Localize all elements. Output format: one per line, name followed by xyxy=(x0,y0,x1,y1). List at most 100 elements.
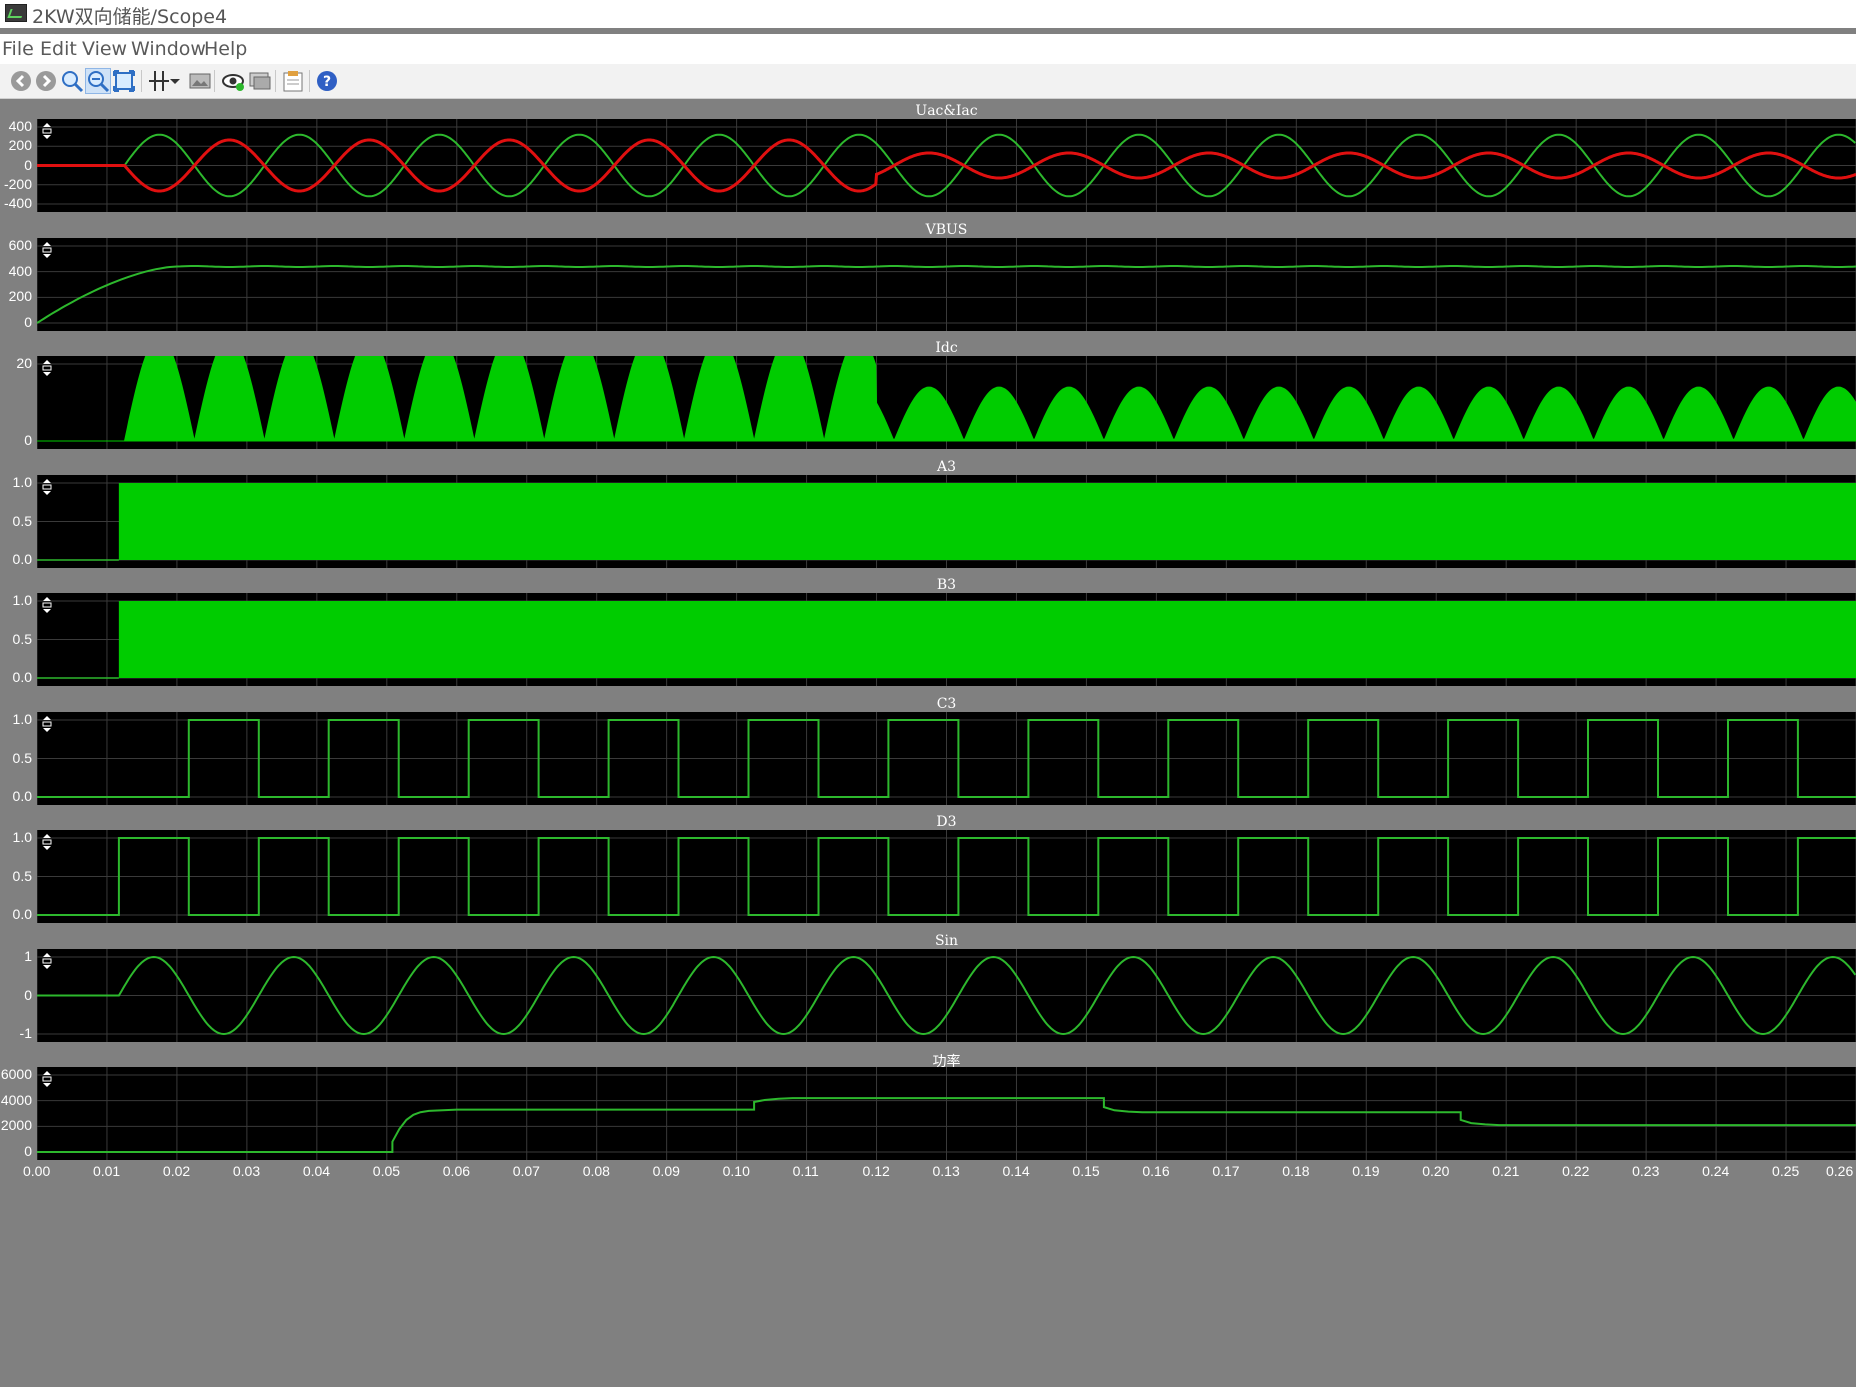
window-title: 2KW双向储能/Scope4 xyxy=(32,6,228,28)
plot-svg xyxy=(37,593,1856,686)
y-axis-control-icon[interactable] xyxy=(40,833,54,851)
y-tick-label: 0 xyxy=(24,314,32,330)
plot-area[interactable] xyxy=(37,356,1856,449)
y-tick-label: 6000 xyxy=(0,1066,32,1082)
panel-title: Sin xyxy=(934,933,959,949)
series-area xyxy=(118,483,1856,560)
y-tick-label: 0 xyxy=(24,432,32,448)
toolbar-separator xyxy=(275,70,276,92)
y-tick-label: 2000 xyxy=(0,1117,32,1134)
y-tick-label: 4000 xyxy=(0,1091,32,1108)
y-tick-label: 0 xyxy=(24,1143,32,1159)
plot-svg xyxy=(37,949,1856,1042)
plot-svg xyxy=(37,119,1856,212)
plot-area[interactable] xyxy=(37,119,1856,212)
scope-panels: Uac&Iac 400 200 0 -200 -400 VBUS 600 400 200 0 Idc 2… xyxy=(0,99,1856,1387)
plot-area[interactable] xyxy=(37,949,1856,1042)
y-tick-label: 0.0 xyxy=(12,788,32,804)
y-tick-label: 1.0 xyxy=(12,829,32,845)
y-tick-label: -200 xyxy=(3,175,32,192)
y-tick-label: 0.5 xyxy=(12,512,32,529)
y-tick-label: -400 xyxy=(3,195,32,211)
fit-view-icon[interactable] xyxy=(111,68,137,94)
y-tick-label: 0.5 xyxy=(12,749,32,766)
y-axis-control-icon[interactable] xyxy=(40,952,54,970)
plot-area[interactable] xyxy=(37,238,1856,331)
x-tick-label: 0.07 xyxy=(512,1163,540,1179)
display-icon[interactable] xyxy=(247,68,273,94)
plot-area[interactable] xyxy=(37,712,1856,805)
forward-icon[interactable] xyxy=(33,68,59,94)
x-tick-label: 0.25 xyxy=(1772,1163,1800,1179)
y-tick-label: 200 xyxy=(8,137,32,154)
y-tick-label: 0.0 xyxy=(12,906,32,922)
dropdown-icon[interactable] xyxy=(168,68,182,94)
plot-area[interactable] xyxy=(37,1067,1856,1160)
x-tick-label: 0.10 xyxy=(722,1163,750,1179)
plot-svg xyxy=(37,238,1856,331)
y-axis-control-icon[interactable] xyxy=(40,596,54,614)
y-axis-control-icon[interactable] xyxy=(40,241,54,259)
x-tick-label: 0.26 xyxy=(1826,1163,1854,1179)
x-tick-label: 0.23 xyxy=(1632,1163,1660,1179)
zoom-icon[interactable] xyxy=(59,68,85,94)
y-axis-control-icon[interactable] xyxy=(40,478,54,496)
menu-bar: File Edit View Window Help xyxy=(0,34,1856,64)
y-tick-label: 1.0 xyxy=(12,474,32,490)
y-tick-label: 20 xyxy=(16,355,32,371)
y-axis-control-icon[interactable] xyxy=(40,359,54,377)
view-signals-icon[interactable] xyxy=(220,68,246,94)
properties-icon[interactable] xyxy=(280,68,306,94)
back-icon[interactable] xyxy=(8,68,34,94)
x-tick-label: 0.05 xyxy=(372,1163,401,1179)
x-tick-label: 0.15 xyxy=(1072,1163,1100,1179)
y-axis-control-icon[interactable] xyxy=(40,122,54,140)
x-tick-label: 0.14 xyxy=(1002,1163,1030,1179)
toolbar: ? xyxy=(0,64,1856,99)
x-tick-label: 0.12 xyxy=(862,1163,890,1179)
menu-edit[interactable]: Edit xyxy=(40,38,77,60)
y-tick-label: 1.0 xyxy=(12,711,32,727)
x-tick-label: 0.13 xyxy=(932,1163,960,1179)
x-tick-label: 0.17 xyxy=(1212,1163,1240,1179)
x-tick-label: 0.01 xyxy=(92,1163,121,1179)
y-tick-label: 0.5 xyxy=(12,630,32,647)
plot-area[interactable] xyxy=(37,475,1856,568)
svg-text:?: ? xyxy=(323,74,331,90)
panel-title: VBUS xyxy=(925,222,968,238)
y-tick-label: 400 xyxy=(8,262,32,279)
x-tick-label: 0.20 xyxy=(1422,1163,1450,1179)
plot-svg xyxy=(37,475,1856,568)
x-tick-label: 0.11 xyxy=(792,1163,819,1179)
plot-svg xyxy=(37,1067,1856,1160)
y-axis-control-icon[interactable] xyxy=(40,715,54,733)
y-axis-control-icon[interactable] xyxy=(40,1070,54,1088)
x-tick-label: 0.24 xyxy=(1702,1163,1730,1179)
y-tick-label: 0 xyxy=(24,986,32,1003)
y-tick-label: 400 xyxy=(8,118,32,134)
panel-title: C3 xyxy=(936,696,957,712)
x-tick-label: 0.02 xyxy=(162,1163,191,1179)
plot-svg xyxy=(37,712,1856,805)
x-tick-label: 0.16 xyxy=(1142,1163,1170,1179)
x-tick-label: 0.03 xyxy=(232,1163,261,1179)
series-area xyxy=(118,601,1856,678)
panel-title: Idc xyxy=(935,340,958,356)
menu-file[interactable]: File xyxy=(2,38,34,60)
plot-svg xyxy=(37,356,1856,449)
plot-area[interactable] xyxy=(37,830,1856,923)
menu-help[interactable]: Help xyxy=(204,38,247,60)
image-icon[interactable] xyxy=(187,68,213,94)
menu-view[interactable]: View xyxy=(82,38,127,60)
y-tick-label: 0 xyxy=(24,156,32,173)
toolbar-separator xyxy=(214,70,215,92)
menu-window[interactable]: Window xyxy=(131,38,206,60)
x-tick-label: 0.19 xyxy=(1352,1163,1380,1179)
plot-area[interactable] xyxy=(37,593,1856,686)
x-tick-label: 0.04 xyxy=(302,1163,331,1179)
x-tick-label: 0.09 xyxy=(652,1163,680,1179)
x-tick-label: 0.21 xyxy=(1492,1163,1520,1179)
zoom-x-icon[interactable] xyxy=(85,68,111,94)
help-icon[interactable]: ? xyxy=(314,68,340,94)
toolbar-separator xyxy=(141,70,142,92)
